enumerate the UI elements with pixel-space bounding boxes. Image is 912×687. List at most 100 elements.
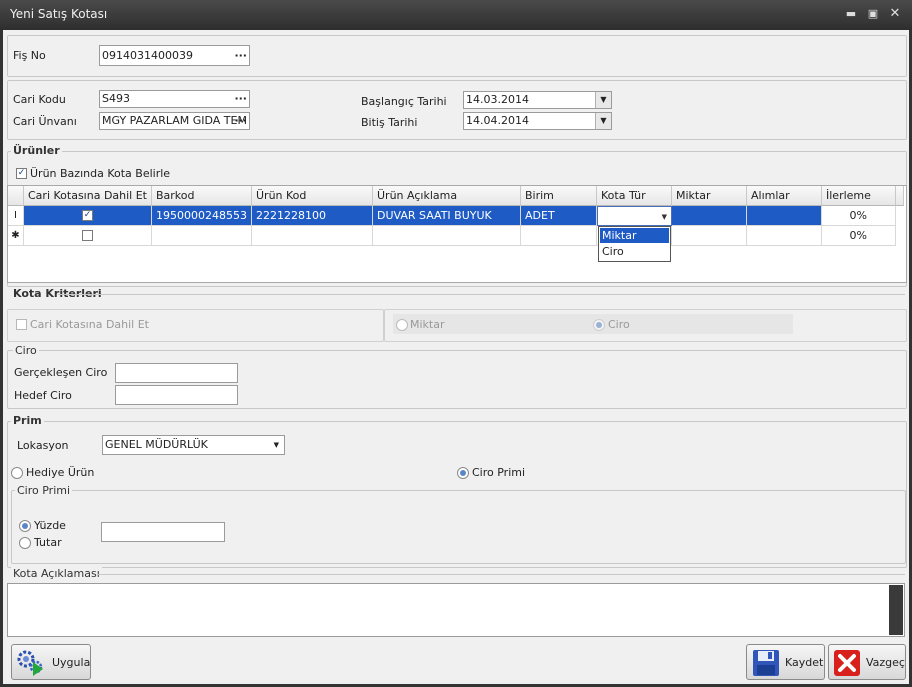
baslangic-tarihi-value: 14.03.2014 bbox=[466, 93, 529, 106]
table-cell[interactable] bbox=[24, 226, 152, 246]
minimize-icon[interactable]: ▬ bbox=[842, 6, 860, 22]
table-cell[interactable] bbox=[747, 206, 822, 226]
lokasyon-select[interactable]: GENEL MÜDÜRLÜK ▼ bbox=[102, 435, 285, 455]
ciro-radio[interactable] bbox=[593, 319, 605, 331]
title-bar[interactable]: Yeni Satış Kotası ▬ ▣ ✕ bbox=[0, 0, 912, 30]
ciro-primi-value-field[interactable] bbox=[101, 522, 225, 542]
col-header-alimlar[interactable]: Alımlar bbox=[747, 186, 822, 206]
table-cell[interactable] bbox=[521, 226, 597, 246]
kota-aciklamasi-title: Kota Açıklaması bbox=[11, 567, 102, 580]
miktar-radio[interactable] bbox=[396, 319, 408, 331]
hediye-urun-label: Hediye Ürün bbox=[26, 466, 95, 479]
table-cell[interactable]: 0% bbox=[822, 226, 896, 246]
vazgec-button[interactable]: Vazgeç bbox=[828, 644, 906, 680]
hedef-ciro-field[interactable] bbox=[115, 385, 238, 405]
prim-title: Prim bbox=[11, 414, 44, 427]
tutar-label: Tutar bbox=[34, 536, 62, 549]
uygula-button[interactable]: Uygula bbox=[11, 644, 91, 680]
table-cell[interactable]: DUVAR SAATI BUYUK bbox=[373, 206, 521, 226]
kaydet-label: Kaydet bbox=[785, 656, 824, 669]
vertical-scrollbar[interactable] bbox=[889, 585, 903, 635]
kaydet-button[interactable]: Kaydet bbox=[746, 644, 825, 680]
table-cell[interactable] bbox=[747, 226, 822, 246]
table-cell[interactable]: 0% bbox=[822, 206, 896, 226]
maximize-icon[interactable]: ▣ bbox=[864, 6, 882, 22]
ellipsis-icon[interactable]: ··· bbox=[234, 113, 247, 129]
cari-group bbox=[7, 80, 907, 140]
cari-unvani-label: Cari Ünvanı bbox=[13, 115, 77, 128]
table-cell[interactable] bbox=[672, 206, 747, 226]
urun-bazinda-checkbox[interactable]: ✓ bbox=[16, 168, 27, 179]
bitis-tarihi-value: 14.04.2014 bbox=[466, 114, 529, 127]
grid-header-filler bbox=[896, 186, 904, 206]
window: Yeni Satış Kotası ▬ ▣ ✕ Fiş No 091403140… bbox=[0, 0, 912, 687]
hediye-urun-radio[interactable] bbox=[11, 467, 23, 479]
col-header-urun-kod[interactable]: Ürün Kod bbox=[252, 186, 373, 206]
col-header-urun-aciklama[interactable]: Ürün Açıklama bbox=[373, 186, 521, 206]
table-cell[interactable] bbox=[672, 226, 747, 246]
window-title: Yeni Satış Kotası bbox=[10, 7, 108, 21]
cari-dahil-checkbox[interactable] bbox=[16, 319, 27, 330]
gears-play-icon bbox=[17, 650, 43, 676]
kota-aciklamasi-textarea[interactable] bbox=[7, 583, 905, 637]
col-header-ilerleme[interactable]: İlerleme bbox=[822, 186, 896, 206]
ellipsis-icon[interactable]: ··· bbox=[234, 46, 247, 65]
row-checkbox[interactable]: ✓ bbox=[82, 210, 93, 221]
cari-kodu-field[interactable]: S493 ··· bbox=[99, 90, 250, 108]
cari-kodu-value: S493 bbox=[102, 92, 130, 105]
row-checkbox[interactable] bbox=[82, 230, 93, 241]
row-indicator-icon[interactable]: I bbox=[8, 206, 24, 226]
table-cell[interactable] bbox=[152, 226, 252, 246]
fis-no-field[interactable]: 0914031400039 ··· bbox=[99, 45, 250, 66]
col-header-kota-tur[interactable]: Kota Tür bbox=[597, 186, 672, 206]
kota-tur-combo[interactable]: ▼ bbox=[597, 206, 672, 226]
col-header-birim[interactable]: Birim bbox=[521, 186, 597, 206]
bitis-tarihi-picker[interactable]: 14.04.2014 ▼ bbox=[463, 112, 612, 130]
lokasyon-label: Lokasyon bbox=[17, 439, 69, 452]
col-header-cari-kotasina[interactable]: Cari Kotasına Dahil Et bbox=[24, 186, 152, 206]
cari-unvani-field[interactable]: MGY PAZARLAM GIDA TEM ··· bbox=[99, 112, 250, 130]
ciro-radio-label: Ciro bbox=[608, 318, 630, 331]
chevron-down-icon[interactable]: ▼ bbox=[595, 113, 611, 129]
yuzde-radio[interactable] bbox=[19, 520, 31, 532]
gerceklesen-ciro-field[interactable] bbox=[115, 363, 238, 383]
ciro-primi-group-title: Ciro Primi bbox=[15, 484, 73, 497]
urunler-grid: Cari Kotasına Dahil Et Barkod Ürün Kod Ü… bbox=[7, 185, 907, 283]
urunler-title: Ürünler bbox=[11, 144, 62, 157]
miktar-radio-label: Miktar bbox=[410, 318, 445, 331]
cancel-x-icon bbox=[834, 650, 860, 676]
table-cell[interactable] bbox=[373, 226, 521, 246]
ciro-primi-radio[interactable] bbox=[457, 467, 469, 479]
table-cell[interactable] bbox=[252, 226, 373, 246]
dropdown-option-miktar[interactable]: Miktar bbox=[600, 228, 669, 243]
table-cell[interactable]: 1950000248553 bbox=[152, 206, 252, 226]
table-cell[interactable]: ADET bbox=[521, 206, 597, 226]
table-cell[interactable]: ✓ bbox=[24, 206, 152, 226]
kota-tur-dropdown: Miktar Ciro bbox=[598, 226, 671, 262]
chevron-down-icon[interactable]: ▼ bbox=[595, 92, 611, 108]
divider bbox=[98, 574, 905, 575]
urun-bazinda-label: Ürün Bazında Kota Belirle bbox=[30, 167, 171, 180]
uygula-label: Uygula bbox=[52, 656, 91, 669]
lokasyon-value: GENEL MÜDÜRLÜK bbox=[105, 438, 208, 451]
baslangic-tarihi-picker[interactable]: 14.03.2014 ▼ bbox=[463, 91, 612, 109]
close-icon[interactable]: ✕ bbox=[886, 6, 904, 22]
ciro-group-title: Ciro bbox=[13, 344, 39, 357]
col-header-barkod[interactable]: Barkod bbox=[152, 186, 252, 206]
divider bbox=[58, 294, 905, 295]
chevron-down-icon[interactable]: ▼ bbox=[274, 436, 279, 454]
table-cell[interactable]: 2221228100 bbox=[252, 206, 373, 226]
form-client-area: Fiş No 0914031400039 ··· Cari Kodu S493 … bbox=[3, 30, 909, 684]
tutar-radio[interactable] bbox=[19, 537, 31, 549]
floppy-disk-icon bbox=[753, 650, 779, 676]
ellipsis-icon[interactable]: ··· bbox=[234, 91, 247, 107]
dropdown-option-ciro[interactable]: Ciro bbox=[600, 244, 669, 259]
fis-no-value: 0914031400039 bbox=[102, 49, 193, 62]
new-row-icon[interactable]: ✱ bbox=[8, 226, 24, 246]
cari-unvani-value: MGY PAZARLAM GIDA TEM bbox=[102, 114, 247, 127]
vazgec-label: Vazgeç bbox=[866, 656, 905, 669]
col-header-miktar[interactable]: Miktar bbox=[672, 186, 747, 206]
chevron-down-icon[interactable]: ▼ bbox=[662, 207, 667, 225]
fis-no-label: Fiş No bbox=[13, 49, 46, 62]
grid-corner bbox=[8, 186, 24, 206]
